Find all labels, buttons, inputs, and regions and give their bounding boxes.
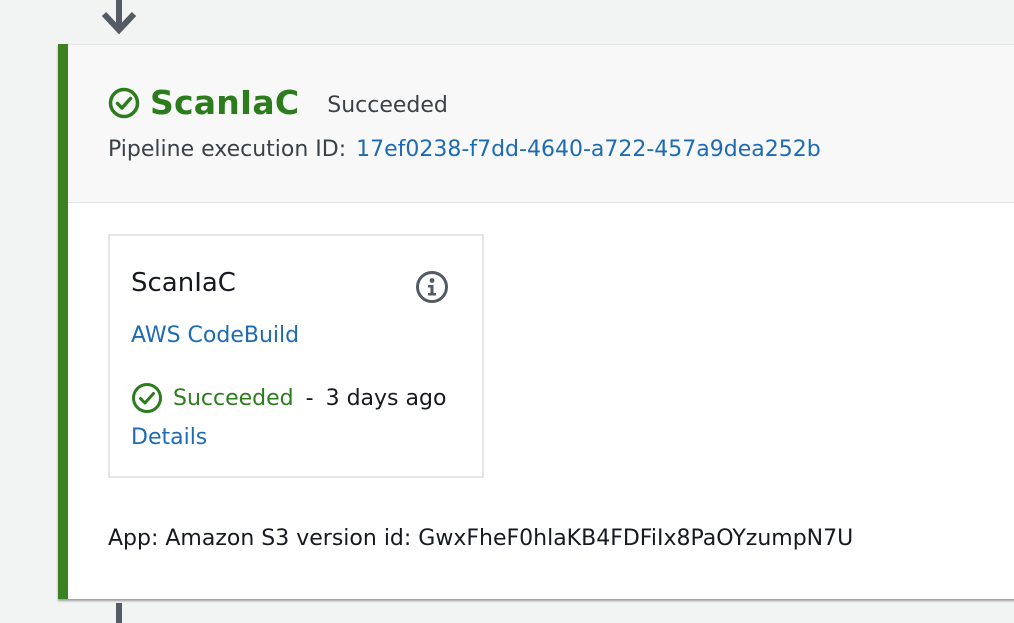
stage-connector-line (116, 603, 122, 623)
stage-header: ScanIaC Succeeded Pipeline execution ID:… (68, 44, 1014, 203)
action-card: ScanIaC AWS CodeBuild Succeeded - 3 days… (108, 234, 484, 478)
pipeline-stage: ScanIaC Succeeded Pipeline execution ID:… (58, 44, 1014, 599)
stage-name: ScanIaC (150, 83, 300, 122)
check-circle-icon (108, 87, 140, 119)
pipeline-execution-row: Pipeline execution ID: 17ef0238-f7dd-4640… (108, 137, 821, 162)
provider-link[interactable]: AWS CodeBuild (131, 323, 299, 348)
pipeline-execution-label: Pipeline execution ID: (108, 137, 347, 162)
info-icon[interactable] (415, 270, 449, 304)
action-status: Succeeded (173, 385, 294, 411)
pipeline-execution-id-link[interactable]: 17ef0238-f7dd-4640-a722-457a9dea252b (356, 137, 821, 162)
stage-status: Succeeded (327, 93, 448, 118)
action-name: ScanIaC (131, 268, 236, 298)
artifact-version-info: App: Amazon S3 version id: GwxFheF0hlaKB… (108, 526, 854, 551)
stage-title-row: ScanIaC Succeeded (108, 83, 448, 122)
check-circle-icon (131, 382, 163, 414)
details-link[interactable]: Details (131, 425, 207, 450)
status-separator: - (305, 385, 314, 411)
arrow-down-icon (98, 0, 142, 38)
action-time-ago: 3 days ago (325, 385, 447, 411)
action-status-row: Succeeded - 3 days ago (131, 382, 446, 414)
